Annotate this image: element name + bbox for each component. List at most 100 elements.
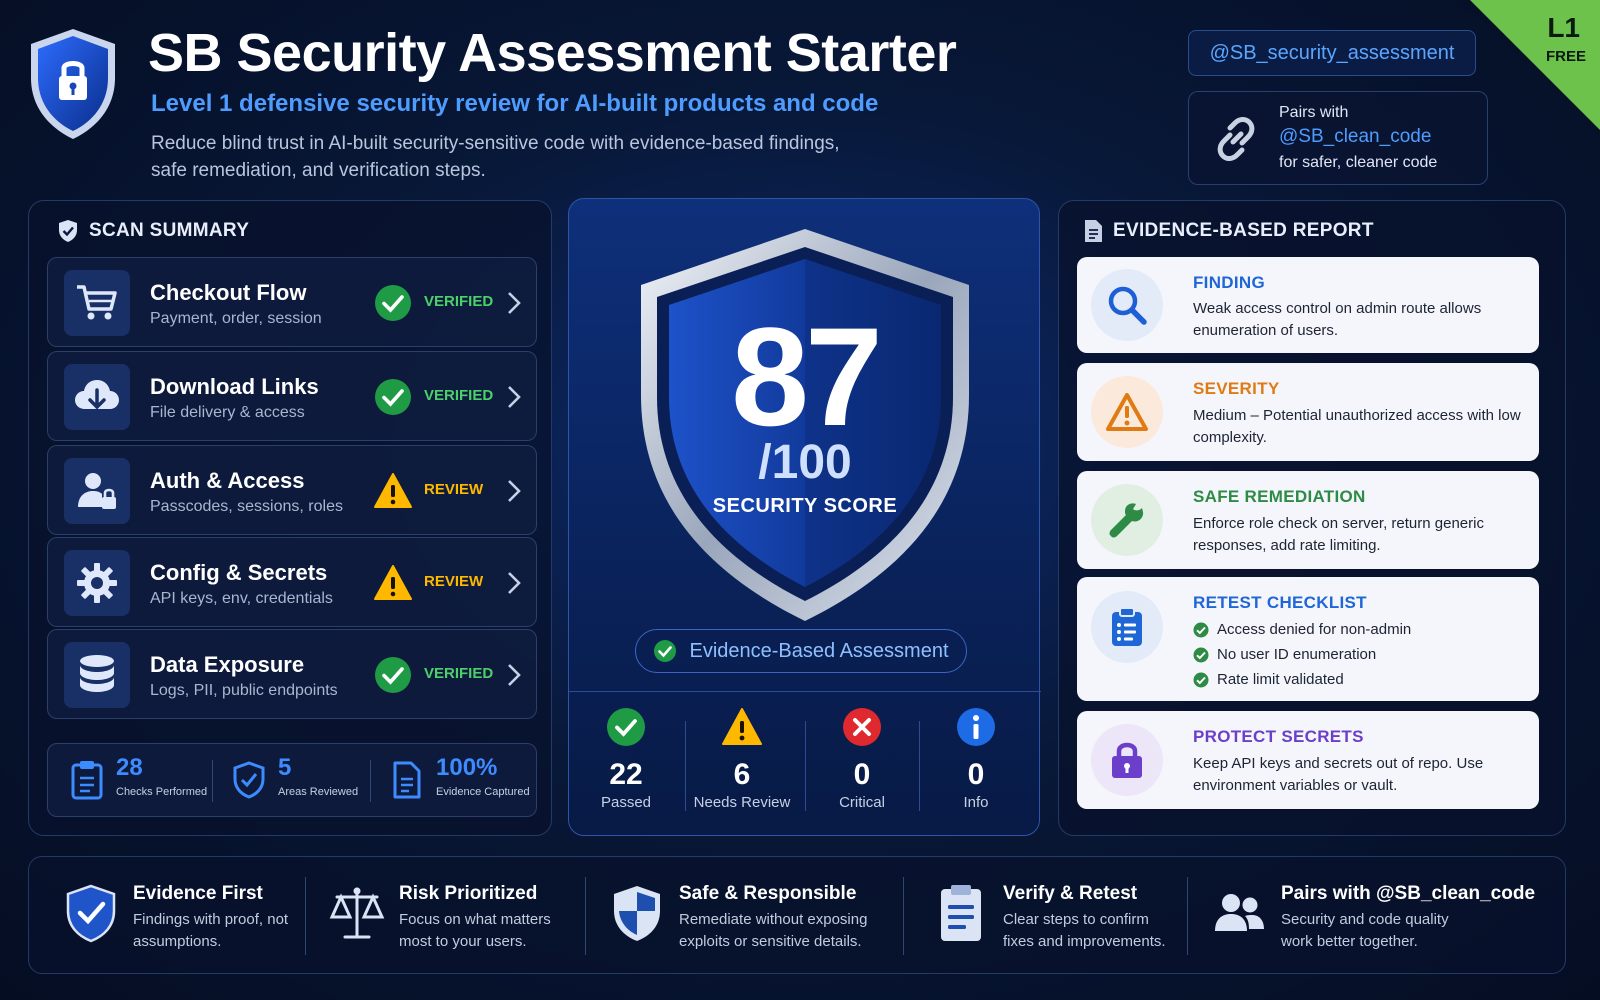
stat-info: 0 Info <box>921 707 1031 811</box>
check-circle-icon <box>375 379 411 415</box>
scan-item-subtitle: Logs, PII, public endpoints <box>150 682 338 699</box>
handle-link[interactable]: @SB_security_assessment <box>1188 30 1476 76</box>
scan-item-config-secrets[interactable]: Config & Secrets API keys, env, credenti… <box>47 537 537 627</box>
card-text: Weak access control on admin route allow… <box>1193 300 1482 339</box>
protect-secrets-card[interactable]: PROTECT SECRETS Keep API keys and secret… <box>1077 711 1539 809</box>
document-icon <box>1085 220 1102 242</box>
checklist-item-label: Rate limit validated <box>1217 670 1344 688</box>
shield-lock-icon <box>31 29 115 139</box>
stat-critical: 0 Critical <box>807 707 917 811</box>
retest-checklist-card[interactable]: RETEST CHECKLIST Access denied for non-a… <box>1077 577 1539 701</box>
search-icon <box>1091 269 1163 341</box>
chevron-right-icon[interactable] <box>506 570 522 596</box>
stat-label: Evidence Captured <box>436 786 530 798</box>
score-label: SECURITY SCORE <box>712 495 898 517</box>
scan-item-download-links[interactable]: Download Links File delivery & access VE… <box>47 351 537 441</box>
wrench-icon <box>1091 484 1163 556</box>
gear-icon <box>64 550 130 616</box>
feature-text: Findings with proof, not assumptions. <box>133 911 289 950</box>
scan-item-title: Auth & Access <box>150 468 305 493</box>
pairs-with-card[interactable]: Pairs with @SB_clean_code for safer, cle… <box>1188 91 1488 185</box>
divider <box>805 721 806 811</box>
checklist-item: Rate limit validated <box>1193 667 1523 692</box>
stat-value: 0 <box>967 758 985 791</box>
check-circle-icon <box>654 640 677 662</box>
check-circle-icon <box>1193 622 1209 637</box>
scan-item-subtitle: API keys, env, credentials <box>150 590 333 607</box>
severity-card[interactable]: SEVERITY Medium – Potential unauthorized… <box>1077 363 1539 461</box>
status-badge: VERIFIED <box>424 665 494 682</box>
feature-title: Pairs with @SB_clean_code <box>1281 883 1536 904</box>
scan-item-data-exposure[interactable]: Data Exposure Logs, PII, public endpoint… <box>47 629 537 719</box>
check-circle-icon <box>607 708 645 746</box>
divider <box>569 691 1041 692</box>
chevron-right-icon[interactable] <box>506 290 522 316</box>
divider <box>212 760 213 802</box>
cloud-download-icon <box>64 364 130 430</box>
divider <box>919 721 920 811</box>
chevron-right-icon[interactable] <box>506 478 522 504</box>
level-badge-label: L1 <box>1547 12 1580 43</box>
stat-label: Critical <box>839 794 885 811</box>
stat-label: Passed <box>600 794 652 811</box>
warning-icon <box>374 473 412 508</box>
scan-item-auth-access[interactable]: Auth & Access Passcodes, sessions, roles… <box>47 445 537 535</box>
card-title: SEVERITY <box>1193 379 1280 398</box>
feature-title: Verify & Retest <box>1003 883 1138 904</box>
stat-value: 5 <box>278 754 292 781</box>
stat-label: Needs Review <box>693 794 791 811</box>
link-icon <box>1217 117 1255 161</box>
evidence-based-label: Evidence-Based Assessment <box>689 639 949 662</box>
score-denominator: /100 <box>758 436 852 489</box>
scale-icon <box>329 887 385 939</box>
evidence-report-heading: EVIDENCE-BASED REPORT <box>1083 219 1374 243</box>
finding-card[interactable]: FINDING Weak access control on admin rou… <box>1077 257 1539 353</box>
feature-title: Safe & Responsible <box>679 883 857 904</box>
divider <box>903 877 904 955</box>
check-circle-icon <box>375 657 411 693</box>
stat-label: Info <box>963 794 989 811</box>
card-text: Enforce role check on server, return gen… <box>1193 515 1484 554</box>
feature-strip: Evidence First Findings with proof, not … <box>28 856 1566 974</box>
clipboard-list-icon <box>941 885 981 941</box>
evidence-based-pill: Evidence-Based Assessment <box>635 629 967 673</box>
status-badge: REVIEW <box>424 481 484 498</box>
feature-title: Risk Prioritized <box>399 883 538 904</box>
level-badge-sub: FREE <box>1545 48 1586 65</box>
info-circle-icon <box>957 708 995 746</box>
check-circle-icon <box>1193 672 1209 687</box>
page-description: Reduce blind trust in AI-built security-… <box>151 133 840 181</box>
card-title: FINDING <box>1193 273 1265 292</box>
check-circle-icon <box>1193 647 1209 662</box>
scan-item-subtitle: Passcodes, sessions, roles <box>150 498 343 515</box>
scan-item-subtitle: File delivery & access <box>150 404 305 421</box>
feature-text: Security and code quality work better to… <box>1281 911 1449 950</box>
stat-value: 28 <box>116 754 143 781</box>
divider <box>1187 877 1188 955</box>
database-icon <box>64 642 130 708</box>
checklist-item: Access denied for non-admin <box>1193 617 1523 642</box>
shield-check-icon <box>233 761 265 799</box>
status-badge: REVIEW <box>424 573 484 590</box>
scan-item-checkout-flow[interactable]: Checkout Flow Payment, order, session VE… <box>47 257 537 347</box>
chevron-right-icon[interactable] <box>506 384 522 410</box>
security-score-panel: 87 /100 SECURITY SCORE Evidence-Based As… <box>568 198 1041 836</box>
divider <box>305 877 306 955</box>
score-value: 87 <box>731 298 883 455</box>
pairs-with-handle[interactable]: @SB_clean_code <box>1279 126 1431 148</box>
chevron-right-icon[interactable] <box>506 662 522 688</box>
card-title: PROTECT SECRETS <box>1193 727 1364 746</box>
stat-passed: 22 Passed <box>571 707 681 811</box>
card-title: RETEST CHECKLIST <box>1193 593 1367 612</box>
clipboard-list-icon <box>1091 591 1163 663</box>
card-text: Medium – Potential unauthorized access w… <box>1193 407 1521 446</box>
divider <box>370 760 371 802</box>
scan-item-title: Config & Secrets <box>150 560 328 585</box>
stat-value: 100% <box>436 754 498 781</box>
status-badge: VERIFIED <box>424 293 494 310</box>
padlock-icon <box>1091 724 1163 796</box>
card-title: SAFE REMEDIATION <box>1193 487 1366 506</box>
feature-text: Clear steps to confirm fixes and improve… <box>1003 911 1166 950</box>
remediation-card[interactable]: SAFE REMEDIATION Enforce role check on s… <box>1077 471 1539 569</box>
shield-check-icon <box>66 884 116 943</box>
